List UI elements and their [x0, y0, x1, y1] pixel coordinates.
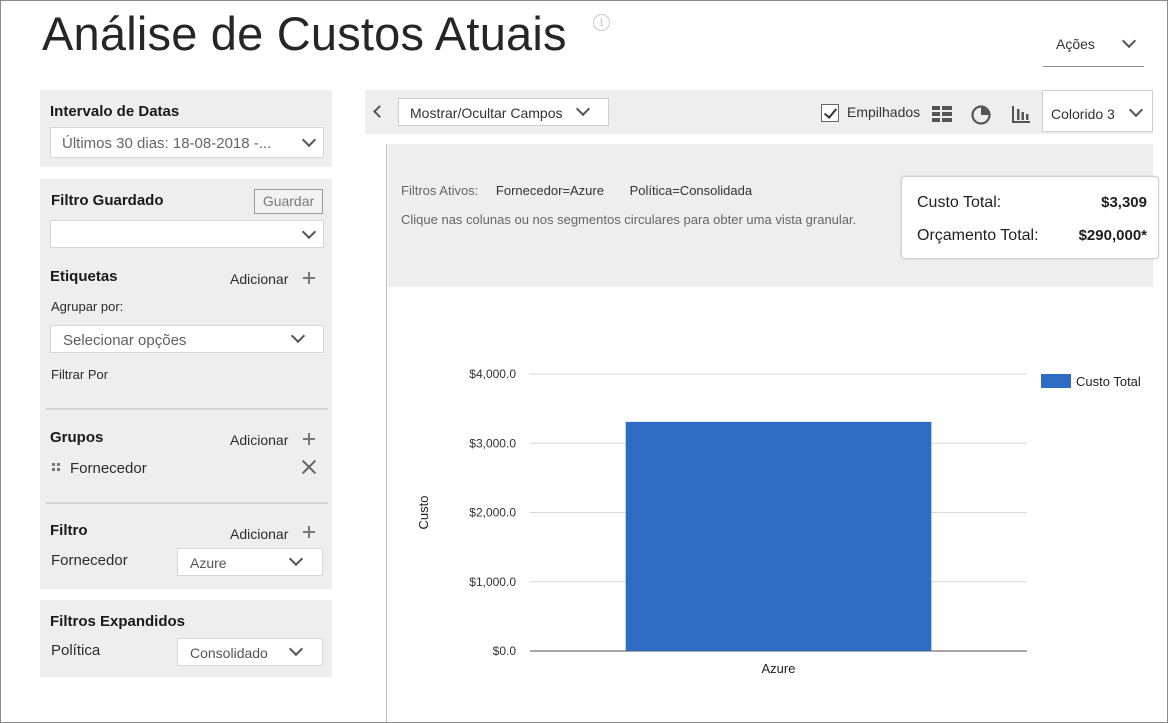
legend-swatch	[1041, 374, 1071, 388]
x-tick-label: Azure	[762, 661, 796, 676]
y-tick-label: $0.0	[493, 644, 517, 658]
y-tick-label: $1,000.0	[469, 575, 516, 589]
y-tick-label: $4,000.0	[469, 367, 516, 381]
y-axis-label: Custo	[416, 496, 431, 530]
legend-label: Custo Total	[1076, 374, 1141, 389]
y-tick-label: $3,000.0	[469, 436, 516, 450]
bar-azure[interactable]	[625, 421, 932, 651]
y-tick-label: $2,000.0	[469, 506, 516, 520]
cost-bar-chart[interactable]: $0.0 $1,000.0 $2,000.0 $3,000.0 $4,000.0 Azur…	[0, 0, 1168, 723]
